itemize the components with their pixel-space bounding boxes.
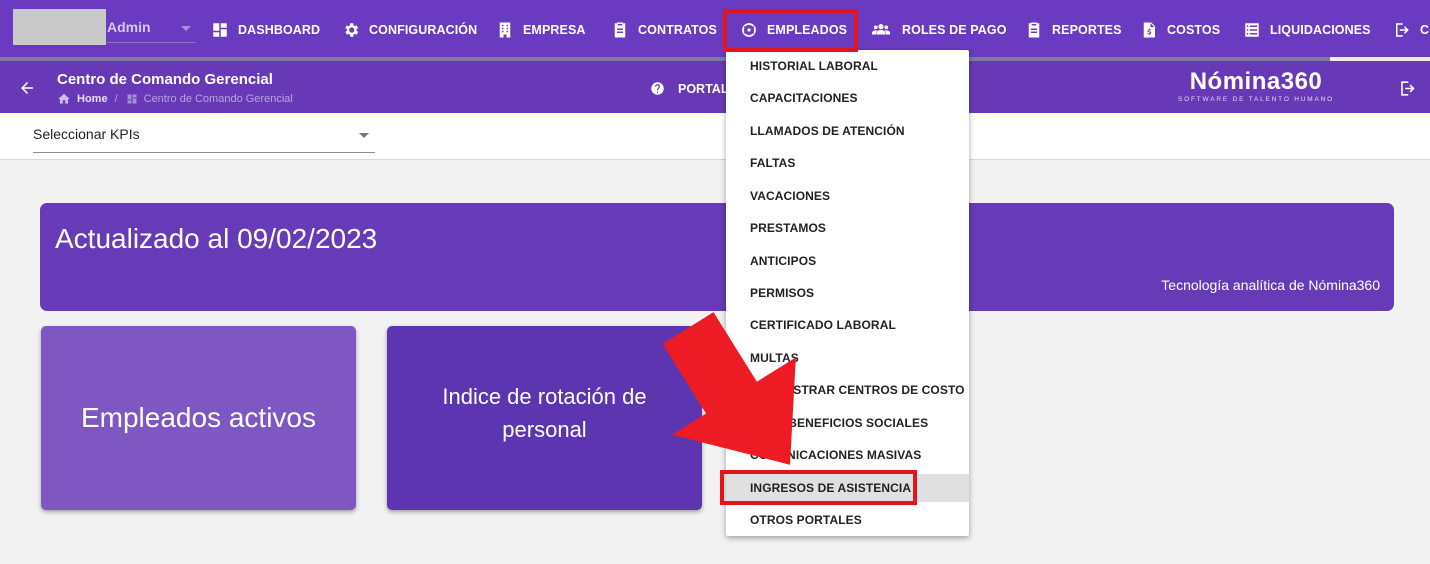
clipboard-icon bbox=[614, 22, 626, 38]
banner-subtitle: Tecnología analítica de Nómina360 bbox=[1161, 277, 1380, 293]
kpi-card-empleados-activos[interactable]: Empleados activos bbox=[41, 326, 356, 510]
user-select-underline bbox=[107, 42, 196, 43]
nav-item-liquidaciones[interactable]: LIQUIDACIONES bbox=[1243, 17, 1371, 43]
brand-logo: Nómina360 SOFTWARE DE TALENTO HUMANO bbox=[1176, 69, 1336, 104]
nav-item-label: EMPRESA bbox=[523, 23, 586, 37]
chevron-down-icon[interactable] bbox=[359, 133, 369, 138]
nav-item-label: C bbox=[1420, 23, 1430, 37]
clipboard-icon bbox=[1028, 22, 1040, 38]
nav-item-roles-de-pago[interactable]: ROLES DE PAGO bbox=[869, 17, 1007, 43]
breadcrumb-current: Centro de Comando Gerencial bbox=[143, 93, 293, 105]
nav-item-contratos[interactable]: CONTRATOS bbox=[611, 17, 717, 43]
nav-item-label: REPORTES bbox=[1052, 23, 1122, 37]
sign-out-icon bbox=[1396, 23, 1409, 37]
users-icon bbox=[872, 24, 890, 35]
building-icon bbox=[499, 22, 511, 38]
nav-item-label: CONFIGURACIÓN bbox=[369, 23, 478, 37]
user-avatar[interactable] bbox=[13, 9, 106, 45]
nav-item-costos[interactable]: COSTOS bbox=[1140, 17, 1220, 43]
kpi-select-label: Seleccionar KPIs bbox=[33, 126, 140, 142]
kpi-card-label-line2: personal bbox=[502, 417, 587, 442]
nav-item-empresa[interactable]: EMPRESA bbox=[496, 17, 586, 43]
menu-item-otros-portales[interactable]: OTROS PORTALES bbox=[726, 506, 969, 534]
kpi-card-label-line1: Indice de rotación de bbox=[442, 384, 647, 409]
menu-item-permisos[interactable]: PERMISOS bbox=[726, 279, 969, 307]
nav-item-reportes[interactable]: REPORTES bbox=[1025, 17, 1122, 43]
nav-item-label: COSTOS bbox=[1167, 23, 1221, 37]
logo-tagline: SOFTWARE DE TALENTO HUMANO bbox=[1178, 96, 1334, 103]
kpi-bar: Seleccionar KPIs bbox=[0, 113, 1430, 160]
user-name[interactable]: Admin bbox=[107, 19, 151, 35]
nav-item-cerrar[interactable]: C bbox=[1393, 17, 1429, 43]
update-banner: Actualizado al 09/02/2023 Tecnología ana… bbox=[40, 203, 1394, 311]
breadcrumb-home[interactable]: Home bbox=[77, 93, 108, 105]
nav-item-label: CONTRATOS bbox=[638, 23, 717, 37]
kpi-card-label: Empleados activos bbox=[80, 402, 316, 433]
menu-item-historial-laboral[interactable]: HISTORIAL LABORAL bbox=[726, 52, 969, 80]
nav-item-label: ROLES DE PAGO bbox=[902, 23, 1007, 37]
nav-item-label: DASHBOARD bbox=[238, 23, 321, 37]
page-title: Centro de Comando Gerencial bbox=[57, 71, 273, 88]
chevron-down-icon[interactable] bbox=[181, 26, 191, 31]
logo-wordmark: Nómina360 bbox=[1189, 68, 1323, 95]
home-icon[interactable] bbox=[57, 92, 71, 106]
kpi-select[interactable]: Seleccionar KPIs bbox=[33, 126, 375, 153]
dashboard-icon bbox=[127, 94, 137, 104]
top-navbar: Admin DASHBOARD CONFIGURACIÓN EMPRESA CO… bbox=[0, 0, 1430, 61]
menu-item-anticipos[interactable]: ANTICIPOS bbox=[726, 247, 969, 275]
menu-item-faltas[interactable]: FALTAS bbox=[726, 149, 969, 177]
dashboard-icon bbox=[213, 23, 227, 37]
breadcrumb-separator: / bbox=[114, 93, 118, 105]
banner-title: Actualizado al 09/02/2023 bbox=[55, 223, 378, 254]
logout-icon[interactable] bbox=[1398, 79, 1417, 98]
nav-item-configuracion[interactable]: CONFIGURACIÓN bbox=[342, 17, 477, 43]
breadcrumb: Home / Centro de Comando Gerencial bbox=[57, 92, 293, 106]
nav-item-dashboard[interactable]: DASHBOARD bbox=[211, 17, 320, 43]
invoice-icon bbox=[1143, 22, 1155, 38]
menu-item-llamados-de-atencion[interactable]: LLAMADOS DE ATENCIÓN bbox=[726, 117, 969, 145]
page-header: Centro de Comando Gerencial Home / Centr… bbox=[0, 61, 1430, 113]
portal-link[interactable]: PORTAL bbox=[678, 82, 728, 96]
list-icon bbox=[1245, 23, 1259, 37]
menu-item-vacaciones[interactable]: VACACIONES bbox=[726, 182, 969, 210]
help-icon[interactable] bbox=[650, 81, 665, 96]
nav-item-label: LIQUIDACIONES bbox=[1270, 23, 1371, 37]
menu-item-prestamos[interactable]: PRESTAMOS bbox=[726, 214, 969, 242]
arrow-down-right-icon bbox=[662, 312, 796, 465]
gear-icon bbox=[345, 23, 359, 37]
highlight-box-empleados bbox=[723, 9, 858, 52]
back-arrow-icon[interactable] bbox=[18, 79, 36, 97]
menu-item-capacitaciones[interactable]: CAPACITACIONES bbox=[726, 84, 969, 112]
